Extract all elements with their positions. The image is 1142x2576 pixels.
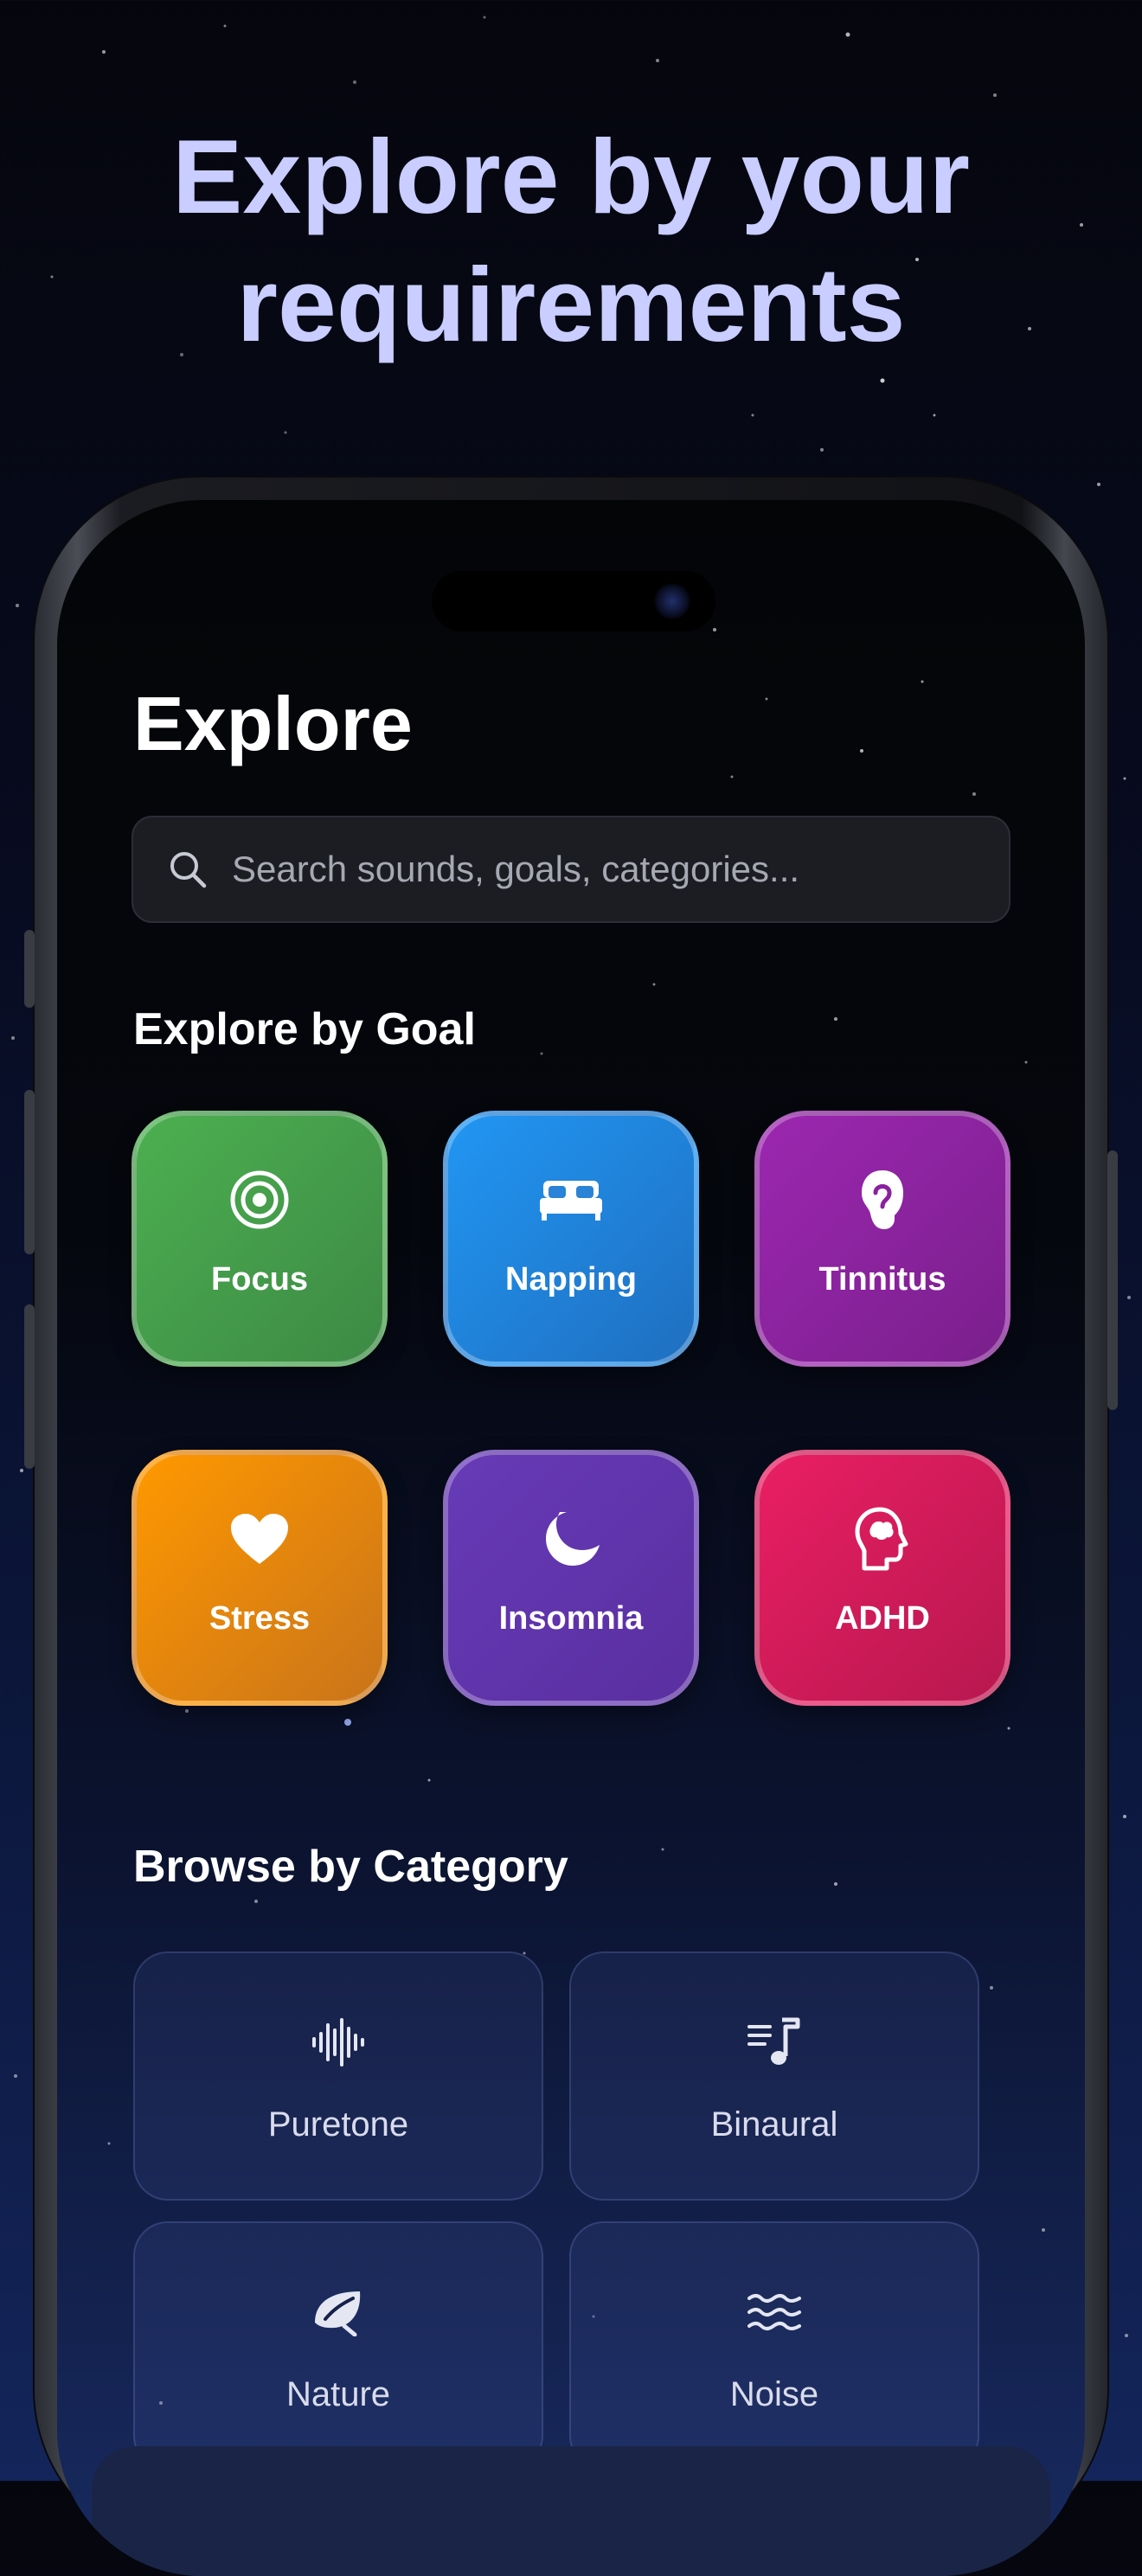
goal-label: Stress <box>209 1600 311 1637</box>
goal-tile-tinnitus[interactable]: Tinnitus <box>754 1111 1010 1367</box>
goal-label: Focus <box>211 1261 308 1298</box>
goal-tile-focus[interactable]: Focus <box>132 1111 388 1367</box>
bottom-tab-bar <box>92 2446 1050 2576</box>
goal-label: ADHD <box>835 1600 930 1637</box>
category-label: Binaural <box>710 2105 838 2143</box>
waves-icon <box>747 2294 801 2330</box>
heart-icon <box>231 1514 288 1564</box>
category-label: Noise <box>729 2375 819 2413</box>
phone-power-button <box>1107 1150 1118 1410</box>
page-title: Explore <box>133 681 413 766</box>
goals-section-title: Explore by Goal <box>133 1004 476 1054</box>
promo-headline: Explore by your requirements <box>0 112 1142 368</box>
leaf-icon <box>315 2291 361 2336</box>
phone-volume-up-button <box>24 1090 35 1254</box>
goal-label: Tinnitus <box>818 1261 946 1298</box>
search-input[interactable] <box>230 848 943 891</box>
goal-label: Napping <box>505 1261 637 1298</box>
waveform-icon <box>312 2018 364 2067</box>
category-tile-puretone[interactable]: Puretone <box>133 1951 543 2201</box>
music-list-icon <box>747 2017 800 2065</box>
phone-screen: Explore Explore by Goal Focus <box>57 500 1085 2576</box>
category-label: Nature <box>286 2375 391 2413</box>
category-label: Puretone <box>267 2105 409 2143</box>
categories-section-title: Browse by Category <box>133 1842 568 1892</box>
headline-line-1: Explore by your <box>171 118 971 235</box>
moon-icon <box>546 1512 600 1566</box>
brain-icon <box>855 1507 908 1571</box>
goal-label: Insomnia <box>498 1600 644 1637</box>
goal-tile-insomnia[interactable]: Insomnia <box>443 1450 699 1706</box>
search-bar[interactable] <box>132 816 1010 923</box>
phone-volume-down-button <box>24 1304 35 1469</box>
ear-icon <box>862 1170 903 1229</box>
phone-side-button <box>24 930 35 1008</box>
search-icon <box>170 852 207 888</box>
target-icon <box>230 1170 289 1229</box>
goal-tile-stress[interactable]: Stress <box>132 1450 388 1706</box>
category-tile-binaural[interactable]: Binaural <box>569 1951 979 2201</box>
front-camera <box>654 583 690 619</box>
category-tile-nature[interactable]: Nature <box>133 2221 543 2470</box>
goal-tile-adhd[interactable]: ADHD <box>754 1450 1010 1706</box>
bed-icon <box>540 1181 602 1221</box>
headline-line-2: requirements <box>236 246 906 363</box>
goal-tile-napping[interactable]: Napping <box>443 1111 699 1367</box>
category-tile-noise[interactable]: Noise <box>569 2221 979 2470</box>
